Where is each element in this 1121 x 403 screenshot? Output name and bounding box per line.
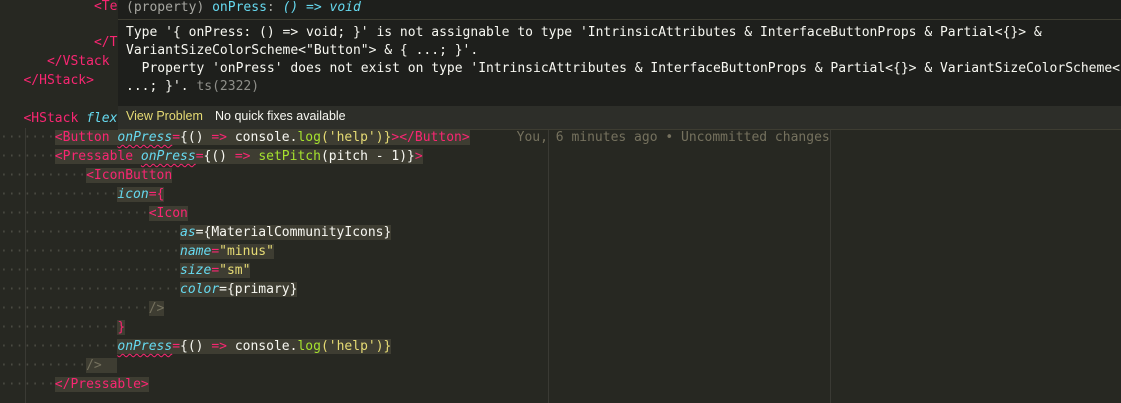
code-token: "sm" — [219, 263, 251, 278]
hover-tooltip: (property) onPress: () => void Type '{ o… — [118, 0, 1121, 130]
code-line: ···········/> — [0, 356, 1121, 375]
code-line: ·······<Button onPress={() => console.lo… — [0, 130, 830, 145]
code-token: ={MaterialCommunityIcons} — [195, 225, 392, 240]
code-token: </VStack — [46, 54, 110, 69]
code-token: color — [180, 282, 220, 297]
code-token: > — [414, 149, 423, 164]
signature-name: onPress — [212, 0, 267, 15]
code-token: name — [180, 244, 212, 259]
code-line: ···············onPress={() => console.lo… — [0, 339, 392, 354]
code-token: {() — [180, 339, 204, 354]
hover-signature: (property) onPress: () => void — [126, 0, 361, 19]
code-token: /> — [86, 358, 102, 373]
code-token: /> — [148, 301, 165, 316]
code-token: console — [234, 130, 290, 145]
code-token: = — [172, 130, 181, 145]
code-token: ('help')} — [320, 130, 392, 145]
code-line: ·······················color={primary} — [0, 282, 298, 297]
signature-colon: : — [266, 0, 275, 15]
code-token: icon — [117, 187, 149, 202]
code-token: onPress — [140, 149, 196, 164]
git-blame-annotation: You, 6 minutes ago • Uncommitted changes — [516, 130, 830, 145]
code-token: {() — [203, 149, 228, 164]
code-token: as — [180, 225, 196, 240]
code-token: </Pressable> — [54, 377, 149, 392]
code-token: {() — [180, 130, 204, 145]
code-token: <HStack — [23, 111, 79, 126]
code-token: => — [211, 130, 228, 145]
code-token: onPress — [117, 130, 173, 145]
code-token: = — [195, 149, 204, 164]
code-token: onPress — [117, 339, 173, 354]
code-line: ···········<IconButton — [0, 168, 173, 183]
code-token: </HStack> — [23, 73, 94, 88]
hover-divider — [118, 19, 1121, 20]
code-token: log — [297, 130, 321, 145]
code-token: <Pressable — [54, 149, 134, 164]
error-message: Type '{ onPress: () => void; }' is not a… — [126, 24, 1121, 96]
signature-type: () => void — [282, 0, 361, 15]
error-message-line: VariantSizeColorScheme<"Button"> & { ...… — [126, 43, 479, 58]
no-quick-fixes-label: No quick fixes available — [215, 109, 346, 123]
code-token: <IconButton — [86, 168, 173, 183]
code-line: ···············} — [0, 320, 126, 335]
view-problem-link[interactable]: View Problem — [126, 109, 203, 123]
code-token: setPitch — [258, 149, 321, 164]
code-line: ···················<Icon — [0, 206, 188, 221]
code-token: ('help')} — [320, 339, 392, 354]
code-token: (pitch - 1)} — [320, 149, 415, 164]
code-line: ·······················name="minus" — [0, 244, 274, 259]
code-line: ·······<Pressable onPress={() => setPitc… — [0, 149, 423, 164]
code-line: ·······················as={MaterialCommu… — [0, 225, 392, 240]
code-token: => — [211, 339, 227, 354]
code-line: ···················/> — [0, 301, 165, 316]
code-token: <Button — [54, 130, 110, 145]
code-token: } — [117, 320, 126, 335]
code-token: size — [180, 263, 212, 278]
code-line: ·······</Pressable> — [0, 377, 149, 392]
error-message-line: Property 'onPress' does not exist on typ… — [126, 61, 1121, 76]
code-token: flex — [86, 111, 118, 126]
code-token: "minus" — [219, 244, 274, 259]
code-token: <Icon — [148, 206, 188, 221]
error-message-line: Type '{ onPress: () => void; }' is not a… — [126, 25, 1042, 40]
code-token: ={ — [148, 187, 165, 202]
hover-actions-bar: View Problem No quick fixes available — [118, 106, 1121, 129]
code-token: = — [172, 339, 181, 354]
code-token: console — [234, 339, 290, 354]
error-message-line: ...; }'. — [126, 79, 189, 94]
code-line: ···············icon={ — [0, 187, 165, 202]
code-token: => — [234, 149, 251, 164]
code-token: log — [297, 339, 321, 354]
code-line: ·······················size="sm" — [0, 263, 251, 278]
error-code: ts(2322) — [196, 79, 260, 94]
code-token: ={primary} — [219, 282, 298, 297]
signature-kind: (property) — [126, 0, 205, 15]
code-token: ></Button> — [391, 130, 470, 145]
